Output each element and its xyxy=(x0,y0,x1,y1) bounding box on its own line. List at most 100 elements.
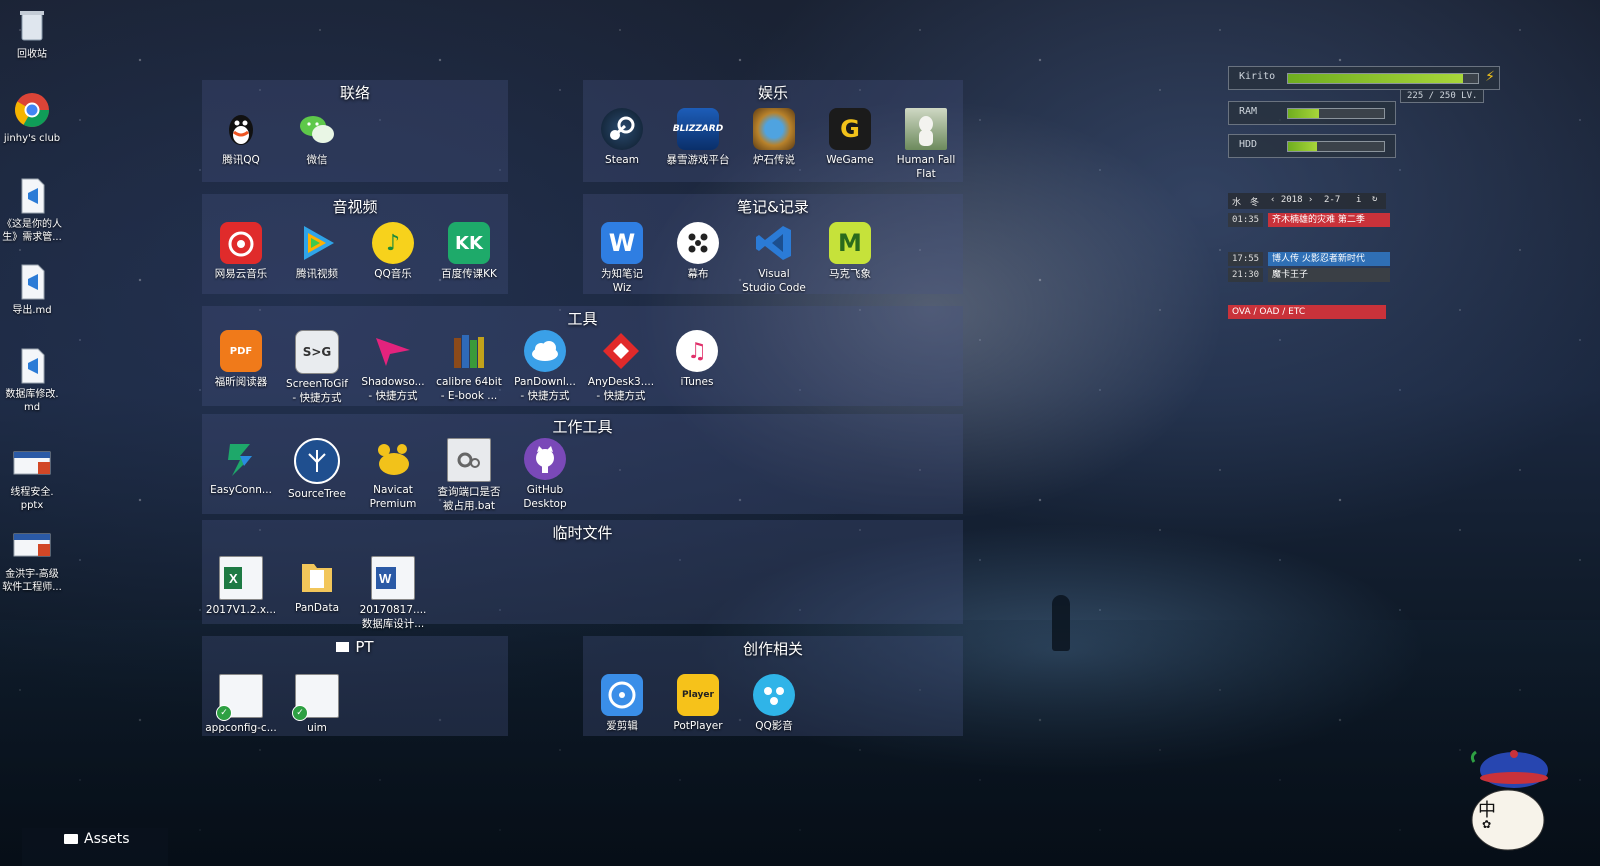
app-potplayer[interactable]: Player PotPlayer xyxy=(659,674,737,733)
app-word-file[interactable]: W 20170817.... 数据库设计... xyxy=(354,556,432,631)
app-easyconnect[interactable]: EasyConn... xyxy=(202,438,280,497)
qq-music-icon: ♪ xyxy=(372,222,414,264)
sync-check-icon: ✓ xyxy=(292,705,308,721)
calendar-year-nav[interactable]: ‹ 2018 › xyxy=(1270,195,1313,205)
event-title[interactable]: 魔卡王子 xyxy=(1268,268,1390,282)
event-time: 01:35 xyxy=(1228,213,1264,227)
vscode-icon xyxy=(753,222,795,264)
taskbar-folder-assets[interactable]: Assets xyxy=(22,828,168,866)
kirito-stats: 225 / 250 LV. xyxy=(1400,89,1485,103)
fence-title: 笔记&记录 xyxy=(737,198,809,216)
fence-creation: 创作相关 爱剪辑 Player PotPlayer QQ影音 xyxy=(583,636,963,736)
app-shadowsocks[interactable]: Shadowso... - 快捷方式 xyxy=(354,330,432,403)
github-desktop-icon xyxy=(524,438,566,480)
app-pandownload[interactable]: PanDownl... - 快捷方式 xyxy=(506,330,584,403)
desktop-icon-recycle-bin[interactable]: 回收站 xyxy=(0,6,64,61)
app-blizzard[interactable]: BLIZZARD 暴雪游戏平台 xyxy=(659,108,737,167)
app-qq-music[interactable]: ♪ QQ音乐 xyxy=(354,222,432,281)
runner-silhouette xyxy=(1052,595,1070,651)
pptx-icon xyxy=(12,526,52,566)
app-maxiang[interactable]: M 马克飞象 xyxy=(811,222,889,281)
folder-icon xyxy=(64,834,78,844)
app-pandata-folder[interactable]: PanData xyxy=(278,556,356,615)
synced-file-icon: ✓ xyxy=(292,674,339,721)
bat-file-icon xyxy=(447,438,491,482)
calendar-date-label: 2-7 xyxy=(1324,195,1341,205)
desktop-icon-chrome[interactable]: jinhy's club xyxy=(0,90,64,145)
svg-text:W: W xyxy=(379,571,392,586)
refresh-icon[interactable]: ↻ xyxy=(1372,194,1377,204)
info-icon[interactable]: i xyxy=(1356,195,1361,205)
app-excel-file[interactable]: X 2017V1.2.x... xyxy=(202,556,280,617)
app-sourcetree[interactable]: SourceTree xyxy=(278,438,356,501)
app-navicat[interactable]: Navicat Premium xyxy=(354,438,432,511)
pptx-icon xyxy=(12,444,52,484)
meter-kirito: Kirito ⚡ xyxy=(1228,66,1500,90)
fence-title: 联络 xyxy=(339,84,370,102)
potplayer-icon: Player xyxy=(677,674,719,716)
fence-title: 音视频 xyxy=(332,198,378,216)
app-screentogif[interactable]: S>G ScreenToGif - 快捷方式 xyxy=(278,330,356,405)
kirito-fill xyxy=(1288,74,1463,83)
wegame-icon: G xyxy=(829,108,871,150)
app-uim-file[interactable]: ✓ uim xyxy=(278,674,356,735)
app-appconfig-file[interactable]: ✓ appconfig-c... xyxy=(202,674,280,735)
desktop-icon-file-3[interactable]: 数据库修改. md xyxy=(0,346,64,414)
screentogif-icon: S>G xyxy=(295,330,339,374)
app-bat-script[interactable]: 查询端口是否 被占用.bat xyxy=(430,438,508,513)
fence-tools: 工具 PDF 福昕阅读器 S>G ScreenToGif - 快捷方式 Shad… xyxy=(202,306,963,406)
app-qq-player[interactable]: QQ影音 xyxy=(735,674,813,733)
app-anydesk[interactable]: AnyDesk3.... - 快捷方式 xyxy=(582,330,660,403)
app-wegame[interactable]: G WeGame xyxy=(811,108,889,167)
app-wiz[interactable]: W 为知笔记 Wiz xyxy=(583,222,661,295)
app-foxit[interactable]: PDF 福昕阅读器 xyxy=(202,330,280,389)
qq-player-icon xyxy=(753,674,795,716)
app-human-fall-flat[interactable]: Human Fall Flat xyxy=(887,108,965,181)
aijianji-icon xyxy=(601,674,643,716)
itunes-icon: ♫ xyxy=(676,330,718,372)
app-tencent-video[interactable]: 腾讯视频 xyxy=(278,222,356,281)
navicat-icon xyxy=(372,438,414,480)
vscode-file-icon xyxy=(12,176,52,216)
fence-contacts: 联络 腾讯QQ 微信 xyxy=(202,80,508,182)
ime-mascot[interactable]: 中 ✿ xyxy=(1456,742,1556,852)
word-file-icon: W xyxy=(371,556,415,600)
app-calibre[interactable]: calibre 64bit - E-book ... xyxy=(430,330,508,403)
fence-title: PT xyxy=(202,638,508,656)
app-netease-music[interactable]: 网易云音乐 xyxy=(202,222,280,281)
wiz-icon: W xyxy=(601,222,643,264)
app-aijianji[interactable]: 爱剪辑 xyxy=(583,674,661,733)
desktop-icon-file-2[interactable]: 导出.md xyxy=(0,262,64,317)
folder-icon xyxy=(296,556,338,598)
meter-hdd: HDD xyxy=(1228,134,1396,158)
calendar-header: 水 冬 ‹ 2018 › 2-7 i ↻ xyxy=(1228,193,1386,209)
app-mubu[interactable]: 幕布 xyxy=(659,222,737,281)
kirito-track xyxy=(1287,73,1479,84)
app-vscode[interactable]: Visual Studio Code xyxy=(735,222,813,295)
baidu-kk-icon: KK xyxy=(448,222,490,264)
synced-file-icon: ✓ xyxy=(216,674,263,721)
app-qq[interactable]: 腾讯QQ xyxy=(202,108,280,167)
event-category[interactable]: OVA / OAD / ETC xyxy=(1228,305,1386,319)
app-wechat[interactable]: 微信 xyxy=(278,108,356,167)
desktop-icon-file-1[interactable]: 《这是你的人 生》需求管... xyxy=(0,176,64,244)
fence-work-tools: 工作工具 EasyConn... SourceTree Navicat Prem… xyxy=(202,414,963,514)
app-steam[interactable]: Steam xyxy=(583,108,661,167)
event-time: 17:55 xyxy=(1228,252,1264,266)
vscode-file-icon xyxy=(12,346,52,386)
event-title[interactable]: 博人传 火影忍者新时代 xyxy=(1268,252,1390,266)
calibre-icon xyxy=(448,330,490,372)
chrome-icon xyxy=(12,90,52,130)
desktop-icon-pptx-1[interactable]: 线程安全. pptx xyxy=(0,444,64,512)
foxit-icon: PDF xyxy=(220,330,262,372)
app-hearthstone[interactable]: 炉石传说 xyxy=(735,108,813,167)
app-baidu-kk[interactable]: KK 百度传课KK xyxy=(430,222,508,281)
fence-title: 创作相关 xyxy=(742,640,803,658)
app-itunes[interactable]: ♫ iTunes xyxy=(658,330,736,389)
app-github-desktop[interactable]: GitHub Desktop xyxy=(506,438,584,511)
netease-music-icon xyxy=(220,222,262,264)
excel-file-icon: X xyxy=(219,556,263,600)
event-title[interactable]: 齐木楠雄的灾难 第二季 xyxy=(1268,213,1390,227)
desktop-icon-pptx-2[interactable]: 金洪宇-高级 软件工程师... xyxy=(0,526,64,594)
recycle-bin-icon xyxy=(12,6,52,46)
